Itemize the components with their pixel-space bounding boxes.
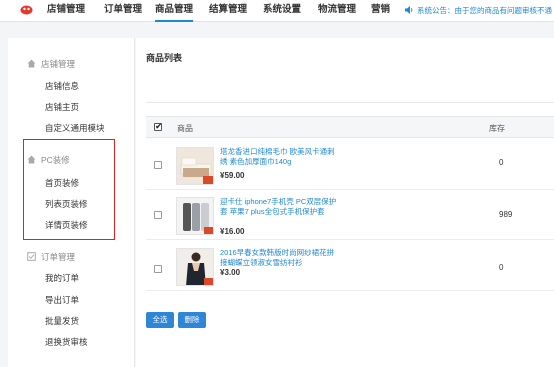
table-row: 2016早春女款韩版时尚网纱裙花拼接蝴蝶立领淑女雪纺衬衫 ¥3.00 0 <box>146 241 554 291</box>
sidebar-item-custom-module[interactable]: 自定义通用模块 <box>45 122 105 134</box>
nav-item-system-settings[interactable]: 系统设置 <box>263 0 301 22</box>
product-thumbnail[interactable] <box>176 248 214 286</box>
check-icon: ✔ <box>155 121 163 131</box>
divider <box>146 102 554 103</box>
sidebar-group-title: 店铺管理 <box>41 59 76 69</box>
sidebar-group-orders: 订单管理 <box>27 251 76 263</box>
sidebar-item-store-home[interactable]: 店铺主页 <box>45 101 79 113</box>
column-header-product: 商品 <box>177 124 193 133</box>
product-thumbnail[interactable] <box>176 197 214 235</box>
table-row: 迎卡仕 iphone7手机壳 PC双层保护套 苹果7 plus全包式手机保护套 … <box>146 190 554 240</box>
sidebar-item-my-orders[interactable]: 我的订单 <box>45 272 79 284</box>
select-all-button[interactable]: 全选 <box>146 312 174 328</box>
product-name-link[interactable]: 迎卡仕 iphone7手机壳 PC双层保护套 苹果7 plus全包式手机保护套 <box>220 197 338 217</box>
checkbox-icon <box>27 252 36 261</box>
nav-item-store[interactable]: 店铺管理 <box>47 0 85 22</box>
product-name-link[interactable]: 2016早春女款韩版时尚网纱裙花拼接蝴蝶立领淑女雪纺衬衫 <box>220 248 338 268</box>
page-title: 商品列表 <box>146 53 183 63</box>
select-all-checkbox[interactable]: ✔ <box>154 121 163 131</box>
table-header: ✔ 商品 库存 <box>146 116 554 138</box>
notice-text: 由于您的商品有问题审核不通 <box>454 6 553 15</box>
logo-icon <box>20 5 33 15</box>
sidebar-item-batch-ship[interactable]: 批量发货 <box>45 315 79 327</box>
sidebar-item-return-review[interactable]: 退换货审核 <box>45 336 88 348</box>
column-header-stock: 库存 <box>489 124 505 133</box>
delete-button[interactable]: 删除 <box>178 312 206 328</box>
nav-item-products[interactable]: 商品管理 <box>155 0 194 22</box>
nav-item-logistics[interactable]: 物流管理 <box>318 0 356 22</box>
table-row: 塔龙香进口纯棉毛巾 欧美风卡通刺绣 素色加厚面巾140g ¥59.00 0 <box>146 140 554 190</box>
product-stock: 0 <box>499 263 504 272</box>
speaker-icon <box>405 6 413 14</box>
blouse-image-icon <box>177 249 213 285</box>
product-stock: 989 <box>499 210 513 219</box>
towel-image-icon <box>177 148 213 184</box>
phone-case-image-icon <box>177 198 213 234</box>
main-panel: 商品列表 ✔ 商品 库存 塔龙香进口纯棉毛巾 欧美风卡通刺绣 素色加厚面巾140… <box>136 38 554 367</box>
product-price: ¥59.00 <box>220 171 245 180</box>
row-checkbox[interactable] <box>154 265 162 273</box>
row-checkbox[interactable] <box>154 211 162 219</box>
product-price: ¥3.00 <box>220 268 241 277</box>
nav-item-settlement[interactable]: 结算管理 <box>209 0 247 22</box>
home-icon <box>27 59 36 68</box>
product-price: ¥16.00 <box>220 227 245 236</box>
top-nav-bar: 店铺管理 订单管理 商品管理 结算管理 系统设置 物流管理 营销 系统公告：由于… <box>0 0 554 22</box>
row-checkbox[interactable] <box>154 161 162 169</box>
nav-item-orders[interactable]: 订单管理 <box>104 0 142 22</box>
nav-item-marketing[interactable]: 营销 <box>371 0 390 22</box>
sidebar-item-store-info[interactable]: 店铺信息 <box>45 80 79 92</box>
sidebar-group-title: 订单管理 <box>41 252 76 262</box>
product-name-link[interactable]: 塔龙香进口纯棉毛巾 欧美风卡通刺绣 素色加厚面巾140g <box>220 147 338 167</box>
product-thumbnail[interactable] <box>176 147 214 185</box>
highlight-annotation-box <box>23 139 115 240</box>
product-stock: 0 <box>499 158 504 167</box>
system-notice[interactable]: 系统公告：由于您的商品有问题审核不通 <box>417 0 554 21</box>
sidebar-item-export-orders[interactable]: 导出订单 <box>45 294 79 306</box>
sidebar-group-store: 店铺管理 <box>27 58 76 70</box>
notice-prefix: 系统公告： <box>417 6 455 15</box>
